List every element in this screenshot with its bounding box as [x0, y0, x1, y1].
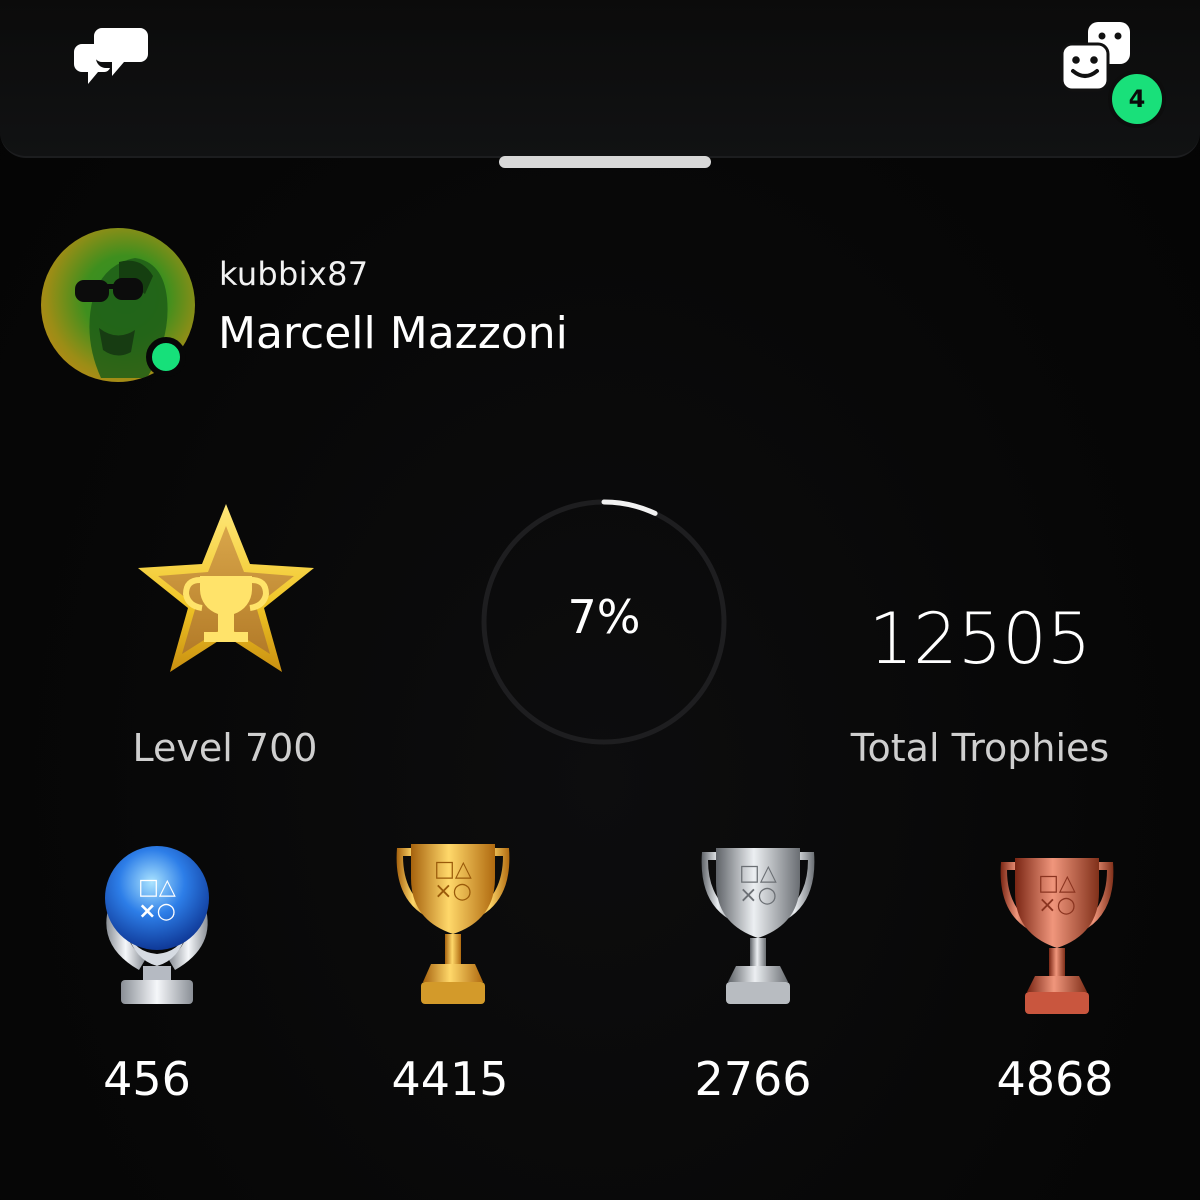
- drag-handle[interactable]: [499, 156, 711, 168]
- username: kubbix87: [219, 255, 369, 293]
- bronze-count: 4868: [996, 1052, 1114, 1106]
- total-trophies-label: Total Trophies: [850, 726, 1110, 770]
- silver-count: 2766: [694, 1052, 812, 1106]
- chat-bubbles-icon[interactable]: [72, 24, 152, 88]
- bronze-trophy-icon[interactable]: □△ ×○: [987, 846, 1127, 1018]
- gold-count: 4415: [391, 1052, 509, 1106]
- top-bar: 4: [0, 0, 1200, 158]
- platinum-count: 456: [103, 1052, 191, 1106]
- trophy-profile-screen: 4 kubbix87 Marcell Mazzoni Level 700 7% …: [0, 0, 1200, 1200]
- svg-text:×○: ×○: [739, 883, 777, 908]
- level-star-trophy-icon: [138, 504, 314, 672]
- online-status-indicator: [146, 337, 186, 377]
- svg-text:×○: ×○: [434, 879, 472, 904]
- total-trophies-value: 12505: [868, 598, 1092, 680]
- silver-trophy-icon[interactable]: □△ ×○: [688, 836, 828, 1008]
- level-label: Level 700: [132, 726, 318, 770]
- svg-text:×○: ×○: [1038, 893, 1076, 918]
- platinum-trophy-icon[interactable]: □△ ×○: [87, 836, 227, 1008]
- gold-trophy-icon[interactable]: □△ ×○: [383, 836, 523, 1008]
- svg-text:×○: ×○: [138, 899, 176, 924]
- real-name: Marcell Mazzoni: [218, 308, 568, 359]
- svg-text:□△: □△: [138, 875, 176, 900]
- level-progress-value: 7%: [567, 590, 641, 644]
- party-count-badge: 4: [1108, 70, 1166, 128]
